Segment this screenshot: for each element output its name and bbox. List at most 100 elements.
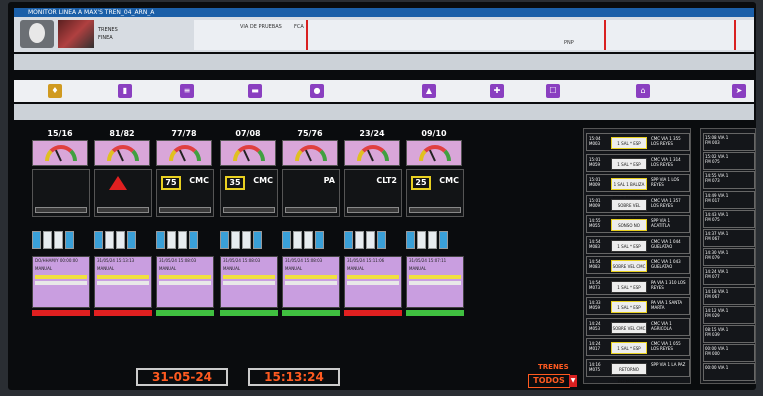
signal-icon[interactable]: ⌂ [636,84,650,98]
unit-panel[interactable]: 35 CMC [220,169,278,217]
departure-row[interactable]: 15:08 VIA 1 FM 003 [703,133,755,151]
unit-card[interactable]: 31/05/24 15:13:13 MANUAL [94,256,152,308]
event-id: 14:33 M059 [589,300,601,310]
departure-row[interactable]: 14:30 VIA 1 FM 079 [703,248,755,267]
event-row[interactable]: 14:33 M059 1 SAL * ESP PA VIA 1 SANTA MART… [586,297,690,315]
unit-card[interactable]: 31/05/24 15:08:03 MANUAL [282,256,340,308]
unit-mode-label: MANUAL [285,266,303,271]
unit-mode-label: MANUAL [223,266,241,271]
event-type: 1 SAL 1 BALIZA BALIZ BLOQUEA [611,178,647,199]
event-id: 14:55 M055 [589,218,601,228]
unit-strip [409,207,461,213]
unit-panel[interactable]: 25 CMC [406,169,464,217]
event-type: SONSO NO REDUCCION PUNTO META [611,219,647,252]
door-status [32,231,90,253]
unit-panel[interactable]: PA [282,169,340,217]
unit-card[interactable]: 31/05/24 15:11:06 MANUAL [344,256,402,308]
event-location: CMC VIA 1 AGRICOLA [651,320,672,331]
signal-icon[interactable]: ☐ [546,84,560,98]
event-row[interactable]: 15:01 M009 SOBRE VEL REDUCCION PUNTO META… [586,194,690,232]
unit-time: 15:08:03 [304,258,323,263]
signal-icon[interactable]: ▮ [118,84,132,98]
departure-row[interactable]: 00:00 VIA 1 FM 000 [703,344,755,363]
departure-via: VIA 1 [717,365,729,371]
departure-row[interactable]: 14:18 VIA 1 FM 067 [703,286,755,305]
unit-panel[interactable] [32,169,90,217]
event-row[interactable]: 14:16 M075 RETORNO PERMISIVO SPP VIA 1 LA … [586,358,690,384]
departure-row[interactable]: 14:12 VIA 1 FM 029 [703,305,755,324]
unit-id: 07/08 [235,129,261,138]
departure-row[interactable]: 14:24 VIA 1 FM 077 [703,267,755,286]
speed-gauge [282,140,338,166]
event-row[interactable]: 15:01 M059 1 SAL * ESP CMC VIA 1 314 LOS R… [586,153,690,172]
unit-status-bar [344,310,402,316]
event-row[interactable]: 14:54 M083 1 SAL * ESP CMC VIA 1 044 GUELA… [586,235,690,254]
departure-row[interactable]: 08:15 VIA 1 FM 039 [703,325,755,343]
monitor: MONITOR LINEA A MAX'S TREN_04_ARN_A TREN… [8,2,756,390]
signal-icon[interactable]: ▲ [422,84,436,98]
signal-icon[interactable]: ✚ [490,84,504,98]
departure-route: FM 029 [705,312,720,318]
event-location: SPP VIA 1 LOS REYES [651,177,680,187]
door-status [344,231,402,253]
event-row[interactable]: 15:04 M003 1 SAL * ESP CMC VIA 1 355 LOS R… [586,133,690,151]
footer-time: 15:13:24 [248,368,340,386]
departure-row[interactable]: 00:00 VIA 1 [703,363,755,382]
signal-icon[interactable]: ➤ [732,84,746,98]
unit-strip [97,207,149,213]
departure-row[interactable]: 14:49 VIA 1 FM 017 [703,190,755,209]
departure-row[interactable]: 14:37 VIA 1 FM 067 [703,229,755,247]
signal-icon[interactable]: ● [310,84,324,98]
signal-row: ♦ ▮ ≡ ▬ ● ▲ ✚ ☐ ⌂ ➤ [14,80,754,102]
chevron-down-icon[interactable]: ▼ [569,375,577,387]
unit-time: 15:08:03 [242,258,261,263]
departure-route: FM 067 [705,293,720,299]
unit-date: 31/05/24 [97,258,115,263]
unit-panel[interactable]: 75 CMC [156,169,214,217]
unit-strip [35,207,87,213]
event-row[interactable]: 14:24 M017 1 SAL * ESP CMC VIA 1 055 LOS R… [586,338,690,356]
event-row[interactable]: 14:24 M053 SOBRE VEL CMC CMC VIA 1 AGRICOL… [586,317,690,336]
event-row[interactable]: 14:55 M055 SONSO NO REDUCCION PUNTO META S… [586,215,690,252]
event-type: 1 SAL * ESP [611,280,647,293]
track-limit-marker [604,20,606,50]
departure-row[interactable]: 14:43 VIA 1 FM 075 [703,209,755,228]
unit-card[interactable]: 31/05/24 15:08:03 MANUAL [156,256,214,308]
event-location: CMC VIA 1 355 LOS REYES [651,136,681,146]
event-id: 14:54 M083 [589,238,601,249]
speed-gauge [344,140,400,166]
unit-speed: 25 [411,176,431,190]
departure-row[interactable]: 14:55 VIA 1 FM 073 [703,171,755,190]
event-row[interactable]: 15:01 M009 1 SAL 1 BALIZA BALIZ BLOQUEA SP… [586,174,690,199]
signal-icon[interactable]: ▬ [248,84,262,98]
unit-id: 81/82 [109,129,135,138]
unit-date: 31/05/24 [409,258,427,263]
track-marker-right: PNP [564,40,574,46]
signal-icon[interactable]: ♦ [48,84,62,98]
unit-time: 15:11:06 [366,258,385,263]
unit-card[interactable]: DO/HHAM/Y 00:00:00 MANUAL [32,256,90,308]
status-bar-bottom [14,104,754,120]
unit-date: 31/05/24 [347,258,365,263]
unit-panel[interactable]: CLT2 [344,169,402,217]
unit-strip [347,207,399,213]
unit-speed: 75 [161,176,181,190]
event-id: 14:24 M017 [589,341,601,351]
unit-card[interactable]: 31/05/24 15:07:11 MANUAL [406,256,464,308]
signal-icon[interactable]: ≡ [180,84,194,98]
unit-date: 31/05/24 [285,258,303,263]
unit-mode: CLT2 [376,176,397,185]
event-id: 15:04 M003 [589,136,601,146]
footer-date: 31-05-24 [136,368,228,386]
event-row[interactable]: 14:54 M073 1 SAL * ESP PA VIA 1 310 LOS RE… [586,276,690,295]
train-filter-select[interactable]: TODOS ▼ [528,374,577,388]
track-name: VIA DE PRUEBAS [240,24,282,30]
unit-card[interactable]: 31/05/24 15:08:03 MANUAL [220,256,278,308]
event-type: SOBRE VEL CMC [611,321,647,334]
unit-time: 15:07:11 [428,258,447,263]
event-row[interactable]: 14:54 M083 SOBRE VEL CMC CMC VIA 1 043 GUE… [586,256,690,274]
train-image [58,20,94,48]
unit-date: 31/05/24 [223,258,241,263]
unit-panel[interactable] [94,169,152,217]
departure-row[interactable]: 15:02 VIA 1 FM 075 [703,152,755,171]
